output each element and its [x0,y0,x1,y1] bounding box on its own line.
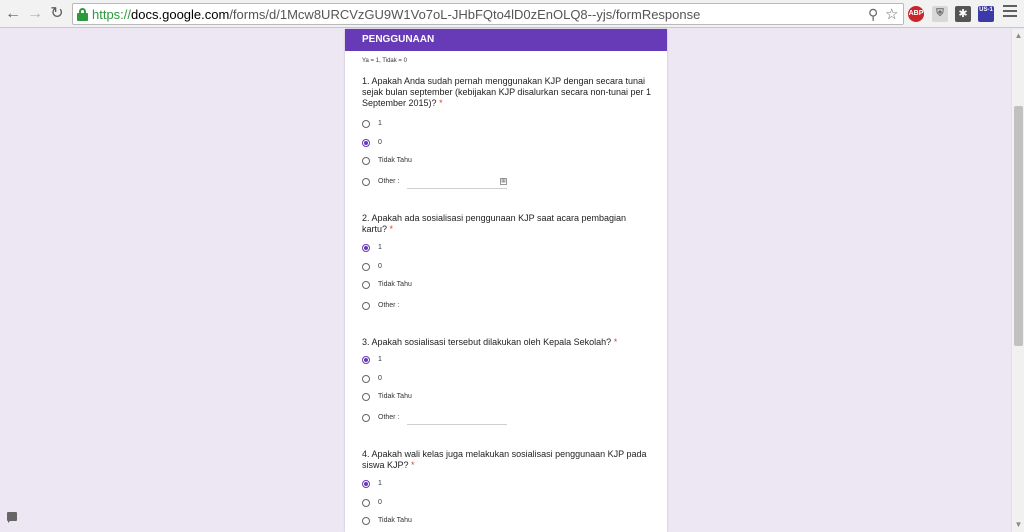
option-label: Other : [378,302,400,309]
field-icon: ▦ [500,178,507,185]
q1-option-other[interactable]: Other : ▦ [362,178,532,192]
radio-button[interactable] [362,517,370,525]
radio-button[interactable] [362,414,370,422]
radio-button[interactable] [362,393,370,401]
lock-icon [77,8,88,21]
radio-button-selected[interactable] [362,356,370,364]
radio-button[interactable] [362,375,370,383]
url-text[interactable]: https://docs.google.com/forms/d/1Mcw8URC… [92,7,700,22]
option-label: 0 [378,499,382,506]
option-label: 0 [378,263,382,270]
section-title: PENGGUNAAN [345,29,667,51]
browser-toolbar: ← → ↻ https://docs.google.com/forms/d/1M… [0,0,1024,28]
option-label: 1 [378,480,382,487]
radio-button-selected[interactable] [362,480,370,488]
puzzle-extension-icon[interactable]: ✱ [955,6,971,22]
scroll-up-arrow-icon[interactable]: ▲ [1014,31,1023,41]
star-icon[interactable]: ☆ [885,5,898,23]
option-label: 1 [378,120,382,127]
q3-option-other[interactable]: Other : [362,414,532,428]
scroll-thumb[interactable] [1014,106,1023,346]
question-text: 3. Apakah sosialisasi tersebut dilakukan… [362,337,612,347]
option-label: 0 [378,139,382,146]
other-text-input[interactable] [407,424,507,425]
option-label: Other : [378,178,400,185]
required-mark: * [439,98,443,108]
option-label: 0 [378,375,382,382]
option-label: Other : [378,414,400,421]
radio-button-selected[interactable] [362,244,370,252]
address-bar[interactable]: https://docs.google.com/forms/d/1Mcw8URC… [72,3,904,25]
adblock-plus-icon[interactable]: ABP [908,6,924,22]
hamburger-menu-icon[interactable] [1003,5,1017,21]
question-text: 1. Apakah Anda sudah pernah menggunakan … [362,76,652,108]
form-card: PENGGUNAAN Ya = 1, Tidak = 0 1. Apakah A… [345,29,667,532]
radio-button[interactable] [362,302,370,310]
required-mark: * [613,337,618,347]
zoom-icon[interactable]: ⚲ [868,6,878,23]
question-text: 4. Apakah wali kelas juga melakukan sosi… [362,449,647,470]
radio-button[interactable] [362,281,370,289]
radio-button[interactable] [362,157,370,165]
option-label: 1 [378,356,382,363]
radio-button-selected[interactable] [362,139,370,147]
back-arrow-icon[interactable]: ← [3,4,23,24]
question-text: 2. Apakah ada sosialisasi penggunaan KJP… [362,213,627,234]
url-protocol: https:// [92,7,132,22]
reload-icon[interactable]: ↻ [47,4,67,24]
scroll-down-arrow-icon[interactable]: ▼ [1014,520,1023,530]
question-4: 4. Apakah wali kelas juga melakukan sosi… [362,449,652,471]
required-mark: * [389,224,394,234]
option-label: Tidak Tahu [378,281,412,288]
radio-button[interactable] [362,120,370,128]
question-3: 3. Apakah sosialisasi tersebut dilakukan… [362,337,652,348]
option-label: Tidak Tahu [378,393,412,400]
option-label: Tidak Tahu [378,517,412,524]
forward-arrow-icon[interactable]: → [25,4,45,24]
url-path: /forms/d/1Mcw8URCVzGU9W1Vo7oL-JHbFQto4lD… [229,7,701,22]
radio-button[interactable] [362,263,370,271]
feedback-icon[interactable] [7,512,17,523]
scale-note: Ya = 1, Tidak = 0 [362,58,407,64]
radio-button[interactable] [362,178,370,186]
radio-button[interactable] [362,499,370,507]
us1-extension-icon[interactable]: US-1 [978,6,994,22]
url-host: docs.google.com [131,7,230,22]
question-2: 2. Apakah ada sosialisasi penggunaan KJP… [362,213,652,235]
shield-icon[interactable]: ⛨ [932,6,948,22]
required-mark: * [411,460,415,470]
option-label: Tidak Tahu [378,157,412,164]
page-scrollbar[interactable]: ▲ ▼ [1011,29,1024,532]
question-1: 1. Apakah Anda sudah pernah menggunakan … [362,76,652,109]
option-label: 1 [378,244,382,251]
other-text-input[interactable] [407,188,507,189]
